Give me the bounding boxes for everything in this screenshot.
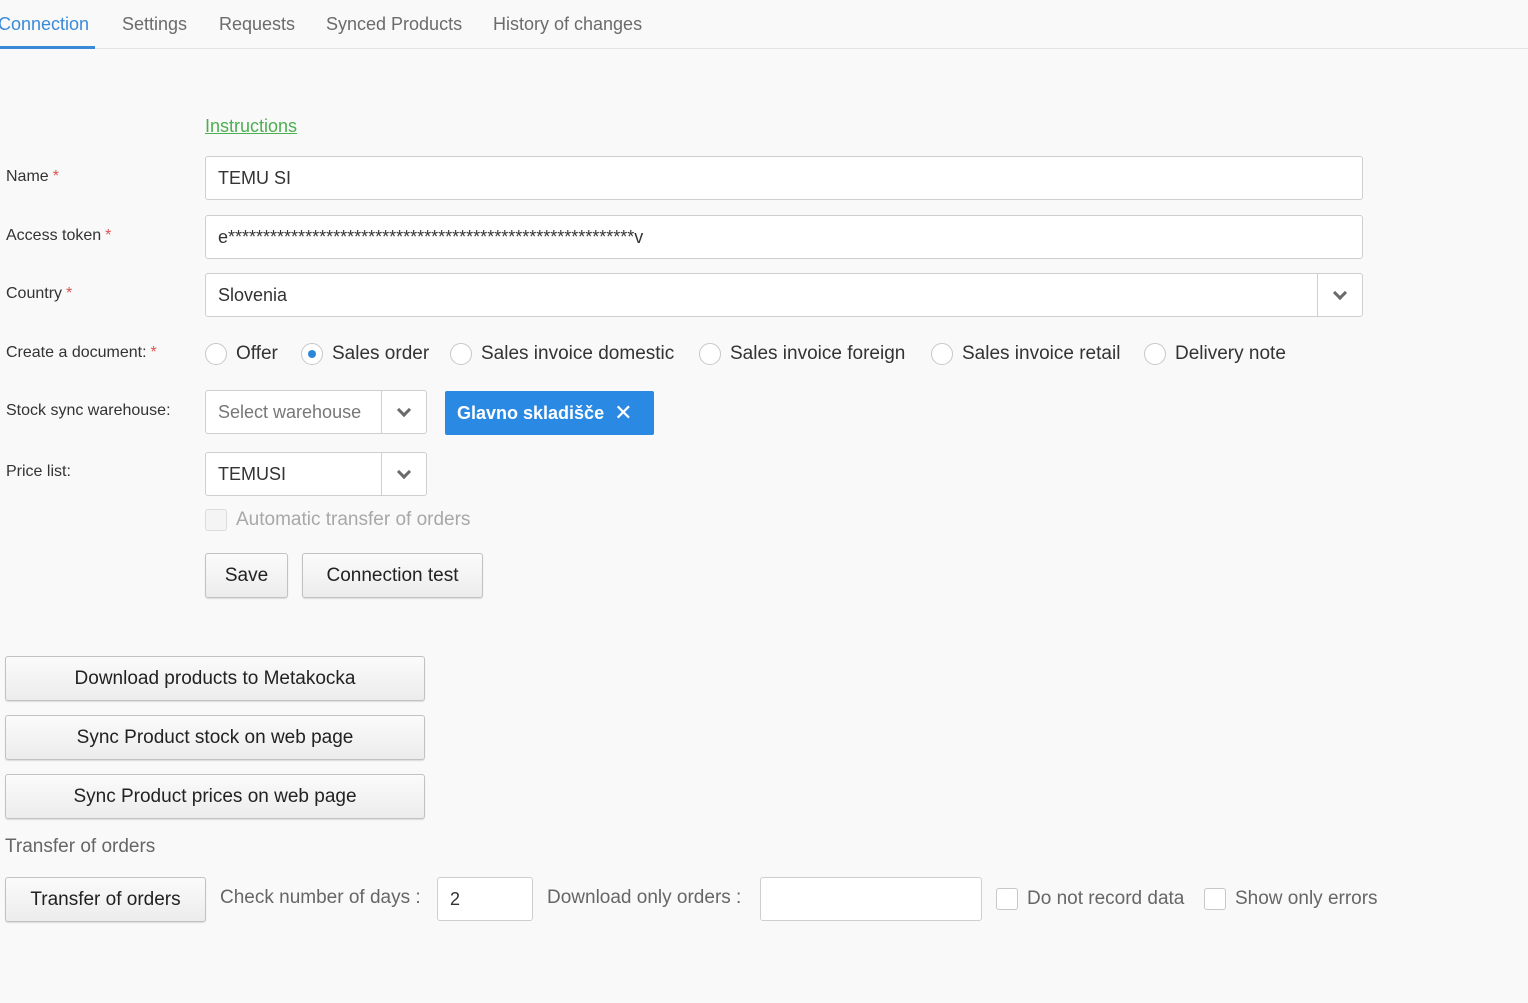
access-token-input[interactable]: e***************************************… — [205, 215, 1363, 259]
radio-label: Sales invoice retail — [962, 343, 1121, 364]
radio-sales-invoice-foreign[interactable]: Sales invoice foreign — [699, 343, 905, 365]
checkbox-box[interactable] — [1204, 888, 1226, 910]
required-mark: * — [105, 227, 112, 244]
selected-warehouse-tag: Glavno skladišče ✕ — [445, 391, 654, 435]
stock-sync-warehouse-label: Stock sync warehouse: — [6, 402, 171, 419]
radio-circle[interactable] — [450, 343, 472, 365]
required-mark: * — [52, 168, 59, 185]
name-label-text: Name — [6, 168, 49, 185]
name-input[interactable]: TEMU SI — [205, 156, 1363, 200]
access-token-label: Access token * — [6, 227, 111, 245]
radio-label: Sales invoice domestic — [481, 343, 675, 364]
required-mark: * — [66, 285, 73, 302]
access-token-label-text: Access token — [6, 227, 102, 244]
required-mark: * — [150, 344, 157, 361]
close-icon[interactable]: ✕ — [614, 400, 632, 426]
tab-requests[interactable]: Requests — [219, 14, 295, 35]
radio-circle[interactable] — [699, 343, 721, 365]
chevron-down-icon[interactable] — [1317, 274, 1362, 316]
sync-prices-button[interactable]: Sync Product prices on web page — [5, 774, 425, 819]
radio-circle[interactable] — [205, 343, 227, 365]
radio-sales-order[interactable]: Sales order — [301, 343, 429, 365]
name-label: Name * — [6, 168, 59, 186]
create-document-label-text: Create a document: — [6, 344, 147, 361]
show-only-errors-label: Show only errors — [1235, 888, 1378, 909]
transfer-section-title: Transfer of orders — [5, 836, 156, 857]
download-products-button[interactable]: Download products to Metakocka — [5, 656, 425, 701]
check-days-label: Check number of days : — [220, 887, 421, 908]
warehouse-select-placeholder: Select warehouse — [218, 402, 362, 422]
create-document-label: Create a document: * — [6, 344, 157, 362]
radio-label: Offer — [236, 343, 278, 364]
radio-circle-selected[interactable] — [301, 343, 323, 365]
country-select[interactable]: Slovenia — [205, 273, 1363, 317]
transfer-orders-button[interactable]: Transfer of orders — [5, 877, 206, 922]
country-label: Country * — [6, 285, 72, 303]
country-select-value: Slovenia — [218, 285, 288, 305]
automatic-transfer-label: Automatic transfer of orders — [236, 509, 471, 530]
radio-offer[interactable]: Offer — [205, 343, 278, 365]
radio-label: Sales order — [332, 343, 430, 364]
warehouse-select[interactable]: Select warehouse — [205, 390, 427, 434]
tab-settings[interactable]: Settings — [122, 14, 187, 35]
tab-connection[interactable]: Connection — [0, 14, 89, 35]
selected-warehouse-tag-label: Glavno skladišče — [457, 402, 605, 423]
save-button[interactable]: Save — [205, 553, 288, 598]
price-list-label: Price list: — [6, 463, 71, 480]
radio-sales-invoice-domestic[interactable]: Sales invoice domestic — [450, 343, 674, 365]
tab-bar: Connection Settings Requests Synced Prod… — [0, 0, 1528, 49]
instructions-link[interactable]: Instructions — [205, 116, 297, 137]
download-only-input[interactable] — [760, 877, 982, 921]
chevron-down-icon[interactable] — [381, 453, 426, 495]
sync-stock-button[interactable]: Sync Product stock on web page — [5, 715, 425, 760]
radio-label: Sales invoice foreign — [730, 343, 906, 364]
radio-circle[interactable] — [1144, 343, 1166, 365]
price-list-select[interactable]: TEMUSI — [205, 452, 427, 496]
price-list-select-value: TEMUSI — [218, 464, 287, 484]
show-only-errors-checkbox[interactable]: Show only errors — [1204, 888, 1378, 910]
checkbox-box[interactable] — [996, 888, 1018, 910]
connection-test-button[interactable]: Connection test — [302, 553, 483, 598]
radio-sales-invoice-retail[interactable]: Sales invoice retail — [931, 343, 1120, 365]
chevron-down-icon[interactable] — [381, 391, 426, 433]
do-not-record-checkbox[interactable]: Do not record data — [996, 888, 1184, 910]
country-label-text: Country — [6, 285, 63, 302]
tab-synced-products[interactable]: Synced Products — [326, 14, 462, 35]
days-input[interactable]: 2 — [437, 877, 533, 921]
checkbox-box[interactable] — [205, 509, 227, 531]
active-tab-indicator — [0, 46, 95, 49]
tab-history-of-changes[interactable]: History of changes — [493, 14, 642, 35]
radio-circle[interactable] — [931, 343, 953, 365]
do-not-record-label: Do not record data — [1027, 888, 1185, 909]
radio-label: Delivery note — [1175, 343, 1286, 364]
radio-delivery-note[interactable]: Delivery note — [1144, 343, 1286, 365]
automatic-transfer-checkbox[interactable]: Automatic transfer of orders — [205, 509, 470, 531]
download-only-label: Download only orders : — [547, 887, 742, 908]
